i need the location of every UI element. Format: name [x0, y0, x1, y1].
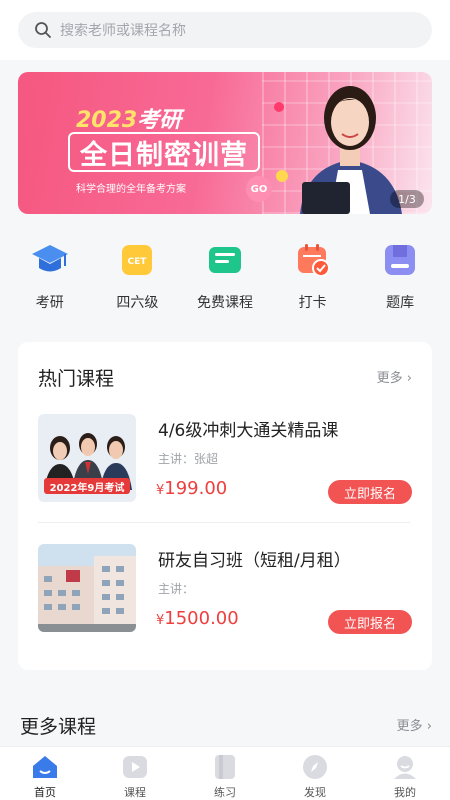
course-item[interactable]: 研友自习班（短租/月租） 主讲： ¥1500.00 立即报名: [38, 544, 412, 660]
banner-go-button[interactable]: GO: [246, 176, 272, 202]
category-label: 打卡: [298, 295, 327, 311]
course-price: ¥199.00: [156, 478, 228, 499]
chevron-right-icon: ›: [406, 371, 412, 386]
promo-banner[interactable]: 2023考研 全日制密训营 科学合理的全年备考方案 GO 1/3: [18, 72, 432, 214]
tab-courses[interactable]: 课程: [100, 747, 170, 800]
banner-title: 全日制密训营: [80, 139, 248, 171]
course-teacher: 主讲：张超: [158, 452, 219, 466]
course-teacher: 主讲：: [158, 582, 195, 596]
banner-subtitle: 科学合理的全年备考方案: [76, 184, 186, 195]
course-price: ¥1500.00: [156, 608, 239, 629]
cet-icon: CET: [117, 240, 157, 280]
search-input[interactable]: 搜索老师或课程名称: [18, 12, 432, 48]
tab-label: 我的: [394, 786, 416, 799]
question-bank-icon: [380, 240, 420, 280]
more-courses-title: 更多课程: [20, 716, 97, 738]
course-thumbnail: [38, 544, 136, 632]
category-question-bank[interactable]: 题库: [360, 240, 440, 330]
banner-year: 2023考研: [76, 108, 182, 133]
category-label: 四六级: [116, 295, 159, 311]
search-bar: 搜索老师或课程名称: [0, 0, 450, 60]
category-kaoyan[interactable]: 考研: [10, 240, 90, 330]
banner-page-counter: 1/3: [390, 190, 424, 208]
book-icon: [211, 753, 239, 780]
divider: [38, 522, 410, 523]
enroll-button[interactable]: 立即报名: [328, 610, 412, 634]
course-thumbnail: 2022年9月考试: [38, 414, 136, 502]
category-label: 题库: [386, 295, 415, 311]
category-label: 考研: [35, 295, 64, 311]
search-icon: [35, 22, 51, 38]
course-item[interactable]: 2022年9月考试 4/6级冲刺大通关精品课 主讲：张超 ¥199.00 立即报…: [38, 414, 412, 530]
course-name: 4/6级冲刺大通关精品课: [158, 421, 339, 441]
category-checkin[interactable]: 打卡: [273, 240, 353, 330]
free-course-icon: [205, 240, 245, 280]
hot-courses-more-link[interactable]: 更多 ›: [377, 367, 412, 386]
more-courses-link[interactable]: 更多 ›: [397, 715, 432, 734]
category-grid: 考研 CET 四六级 免费课程 打卡 题库: [0, 240, 450, 330]
section-title: 热门课程: [38, 368, 115, 390]
tab-practice[interactable]: 练习: [190, 747, 260, 800]
category-label: 免费课程: [196, 295, 253, 311]
tab-label: 练习: [214, 786, 236, 799]
banner-title-box: 全日制密训营: [68, 132, 260, 172]
tab-label: 课程: [124, 786, 146, 799]
bottom-tab-bar: 首页 课程 练习 发现 我的: [0, 746, 450, 800]
category-cet[interactable]: CET 四六级: [97, 240, 177, 330]
user-icon: [391, 753, 419, 780]
play-icon: [121, 753, 149, 780]
hot-courses-card: 热门课程 更多 › 2022年9月考试 4/6级冲刺大通关精品课 主讲：张超 ¥…: [18, 342, 432, 670]
tab-label: 发现: [304, 786, 326, 799]
course-name: 研友自习班（短租/月租）: [158, 551, 351, 571]
home-icon: [31, 753, 59, 780]
graduation-cap-icon: [30, 240, 70, 280]
tab-label: 首页: [34, 786, 56, 799]
search-placeholder: 搜索老师或课程名称: [60, 23, 186, 39]
category-free-course[interactable]: 免费课程: [185, 240, 265, 330]
svg-text:CET: CET: [128, 257, 148, 267]
tab-discover[interactable]: 发现: [280, 747, 350, 800]
compass-icon: [301, 753, 329, 780]
tab-mine[interactable]: 我的: [370, 747, 440, 800]
chevron-right-icon: ›: [426, 719, 432, 734]
thumbnail-caption: 2022年9月考试: [49, 482, 125, 494]
enroll-button[interactable]: 立即报名: [328, 480, 412, 504]
calendar-check-icon: [293, 240, 333, 280]
tab-home[interactable]: 首页: [10, 747, 80, 800]
